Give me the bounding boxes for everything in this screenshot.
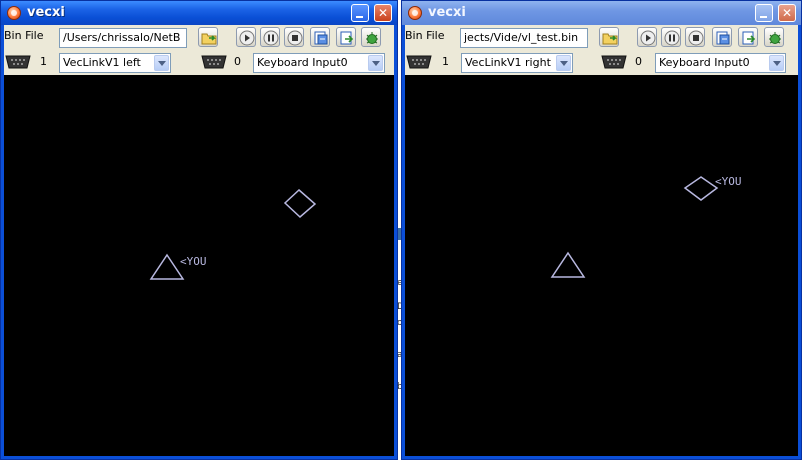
chevron-down-icon[interactable] (769, 55, 784, 71)
minimize-button[interactable] (755, 4, 773, 22)
open-folder-button[interactable] (198, 27, 218, 47)
port-number: 1 (442, 55, 449, 68)
export-icon (742, 31, 756, 45)
folder-icon (602, 33, 618, 45)
vector-display[interactable]: <YOU (4, 75, 394, 456)
player-ship-triangle (550, 251, 586, 278)
play-button[interactable] (236, 27, 256, 47)
vector-display[interactable]: <YOU (405, 75, 798, 456)
close-button[interactable]: ✕ (374, 4, 392, 22)
controller-port-icon (601, 55, 627, 69)
export-icon (340, 31, 354, 45)
folder-icon (201, 33, 217, 45)
app-icon[interactable] (7, 6, 21, 20)
pause-icon (263, 30, 279, 46)
input-select[interactable]: Keyboard Input0 (253, 53, 385, 73)
bug-icon (769, 32, 781, 44)
window-title: vecxi (27, 5, 65, 20)
link-select[interactable]: VecLinkV1 right (461, 53, 573, 73)
pause-button[interactable] (661, 27, 681, 47)
stop-button[interactable] (284, 27, 304, 47)
player-ship-triangle (149, 253, 185, 280)
emulator-window-right: vecxi ✕ Bin File jects/Vide/vl_test.bin (401, 0, 802, 460)
close-button[interactable]: ✕ (778, 4, 796, 22)
toolbar-row: Bin File /Users/chrissalo/NetB (4, 25, 394, 49)
link-select-value: VecLinkV1 right (465, 56, 551, 69)
load-state-button[interactable] (738, 27, 758, 47)
window-client: Bin File /Users/chrissalo/NetB 1 VecLink… (4, 25, 394, 456)
stop-icon (688, 30, 704, 46)
bin-file-label: Bin File (4, 29, 44, 42)
bin-file-label: Bin File (405, 29, 445, 42)
debug-button[interactable] (361, 27, 381, 47)
chevron-down-icon[interactable] (556, 55, 571, 71)
play-icon (239, 30, 255, 46)
title-bar[interactable]: vecxi ✕ (402, 1, 801, 25)
debug-button[interactable] (764, 27, 784, 47)
save-state-button[interactable] (310, 27, 330, 47)
save-state-button[interactable] (712, 27, 732, 47)
stop-button[interactable] (685, 27, 705, 47)
title-bar[interactable]: vecxi ✕ (1, 1, 397, 25)
opponent-ship-diamond (283, 188, 317, 219)
pause-button[interactable] (260, 27, 280, 47)
port2-number: 0 (234, 55, 241, 68)
you-label: <YOU (715, 175, 742, 188)
save-icon (314, 31, 328, 45)
controller-port-icon (406, 55, 432, 69)
window-client: Bin File jects/Vide/vl_test.bin 1 VecLin… (405, 25, 798, 456)
input-select[interactable]: Keyboard Input0 (655, 53, 786, 73)
stop-icon (287, 30, 303, 46)
bin-file-path-field[interactable]: jects/Vide/vl_test.bin (460, 28, 588, 48)
controller-row: 1 VecLinkV1 left 0 Keyboard Input0 (4, 51, 394, 75)
game-canvas: <YOU (550, 175, 742, 278)
opponent-ship-diamond (683, 176, 719, 201)
port2-number: 0 (635, 55, 642, 68)
app-icon[interactable] (408, 6, 422, 20)
input-select-value: Keyboard Input0 (257, 56, 348, 69)
chevron-down-icon[interactable] (154, 55, 169, 71)
link-select-value: VecLinkV1 left (63, 56, 141, 69)
controller-port-icon (201, 55, 227, 69)
toolbar-row: Bin File jects/Vide/vl_test.bin (405, 25, 798, 49)
minimize-button[interactable] (351, 4, 369, 22)
play-icon (640, 30, 656, 46)
open-folder-button[interactable] (599, 27, 619, 47)
pause-icon (664, 30, 680, 46)
save-icon (716, 31, 730, 45)
play-button[interactable] (637, 27, 657, 47)
bug-icon (366, 32, 378, 44)
emulator-window-left: vecxi ✕ Bin File /Users/chrissalo/NetB 1… (0, 0, 398, 460)
bin-file-path-field[interactable]: /Users/chrissalo/NetB (59, 28, 187, 48)
controller-row: 1 VecLinkV1 right 0 Keyboard Input0 (405, 51, 798, 75)
input-select-value: Keyboard Input0 (659, 56, 750, 69)
you-label: <YOU (180, 255, 207, 268)
chevron-down-icon[interactable] (368, 55, 383, 71)
controller-port-icon (5, 55, 31, 69)
link-select[interactable]: VecLinkV1 left (59, 53, 171, 73)
game-canvas: <YOU (149, 188, 317, 280)
window-title: vecxi (428, 5, 466, 20)
port-number: 1 (40, 55, 47, 68)
load-state-button[interactable] (336, 27, 356, 47)
